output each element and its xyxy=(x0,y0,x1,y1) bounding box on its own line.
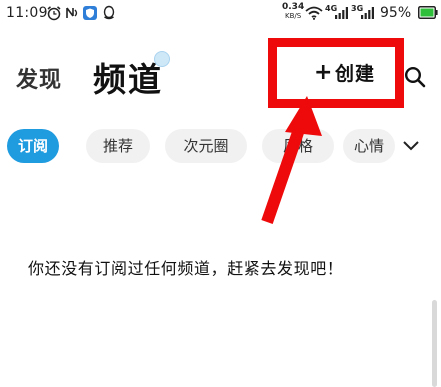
search-icon[interactable] xyxy=(404,66,426,88)
chip-recommend[interactable]: 推荐 xyxy=(86,129,150,163)
signal-icon-2 xyxy=(361,7,374,19)
scrollbar[interactable] xyxy=(432,300,437,387)
network-speed-value: 0.34 xyxy=(282,2,305,12)
tab-indicator-dot xyxy=(154,51,170,67)
status-bar: 11:09 0.34 KB/S 4G 3G 95% xyxy=(0,0,441,28)
plus-icon: + xyxy=(314,60,333,85)
battery-icon xyxy=(418,6,438,19)
tab-channel[interactable]: 频道 xyxy=(93,53,163,101)
network-speed: 0.34 KB/S xyxy=(282,3,304,21)
battery-percent: 95% xyxy=(380,5,412,21)
network-speed-unit: KB/S xyxy=(285,12,302,20)
status-time: 11:09 xyxy=(6,5,48,21)
create-label: 创建 xyxy=(335,63,376,85)
nfc-icon xyxy=(66,7,78,18)
chevron-down-icon[interactable] xyxy=(402,140,420,152)
chip-mood[interactable]: 心情 xyxy=(343,129,395,163)
tab-discover[interactable]: 发现 xyxy=(16,62,62,94)
empty-state-message: 你还没有订阅过任何频道，赶紧去发现吧！ xyxy=(28,259,344,278)
wifi-icon xyxy=(305,6,323,20)
create-button[interactable]: + 创建 xyxy=(268,38,404,108)
signal-icon xyxy=(335,7,348,19)
qq-icon xyxy=(103,5,115,20)
chip-subscribe[interactable]: 订阅 xyxy=(7,129,59,163)
shield-icon xyxy=(83,6,97,20)
chip-dimension-circle[interactable]: 次元圈 xyxy=(165,129,247,163)
chip-style[interactable]: 风格 xyxy=(262,129,334,163)
alarm-icon xyxy=(47,6,61,21)
